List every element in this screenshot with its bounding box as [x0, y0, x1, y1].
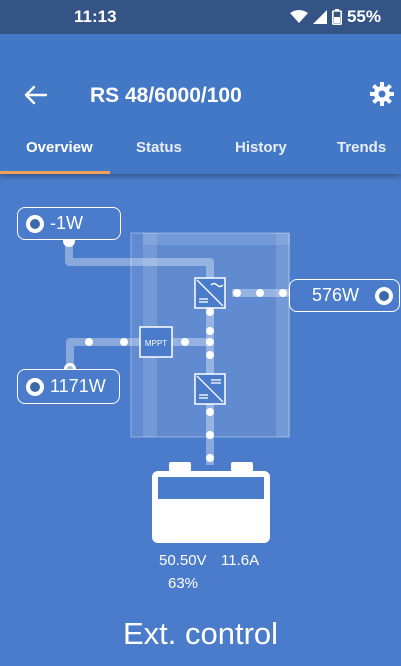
battery-percent: 55%: [346, 7, 381, 26]
battery-icon: [331, 9, 342, 25]
solar-input-value: 1171W: [50, 376, 106, 396]
inverter-icon: [194, 277, 226, 309]
status-icons: 55%: [289, 7, 381, 27]
mode-status: Ext. control: [122, 616, 279, 651]
tab-history[interactable]: History: [235, 139, 287, 174]
battery-soc: 63%: [168, 575, 199, 592]
ac-output-box[interactable]: 576W: [289, 279, 400, 312]
gear-icon[interactable]: [369, 81, 395, 107]
back-arrow-icon[interactable]: [22, 83, 50, 107]
grid-input-box[interactable]: -1W: [17, 207, 121, 240]
signal-icon: [312, 10, 327, 24]
system-diagram: MPPT: [63, 232, 303, 543]
dc-converter-icon: [194, 373, 226, 405]
battery-voltage: 50.50V: [159, 552, 207, 569]
wifi-icon: [289, 10, 308, 23]
tab-status[interactable]: Status: [136, 139, 182, 174]
ac-output-value: 576W: [312, 285, 360, 305]
clock: 11:13: [74, 7, 117, 26]
tab-overview[interactable]: Overview: [0, 139, 110, 174]
tab-trends[interactable]: Trends: [337, 139, 386, 174]
app-bar: RS 48/6000/100 Overview Status History T…: [0, 34, 401, 174]
ac-input-icon: [26, 214, 44, 233]
battery-graphic[interactable]: [152, 462, 270, 543]
frame-strip-right: [276, 233, 290, 437]
status-bar: 11:13 55%: [0, 0, 401, 34]
grid-input-value: -1W: [50, 213, 83, 233]
page-title: RS 48/6000/100: [90, 84, 242, 107]
solar-icon: [26, 377, 44, 396]
tab-bar: Overview Status History Trends: [0, 139, 401, 174]
frame-strip-top: [143, 233, 290, 245]
battery-current: 11.6A: [221, 552, 260, 569]
lightbulb-icon: [375, 286, 393, 305]
mppt-label: MPPT: [145, 339, 167, 348]
battery-charge-fill: [158, 499, 264, 537]
solar-input-box[interactable]: 1171W: [17, 369, 120, 404]
